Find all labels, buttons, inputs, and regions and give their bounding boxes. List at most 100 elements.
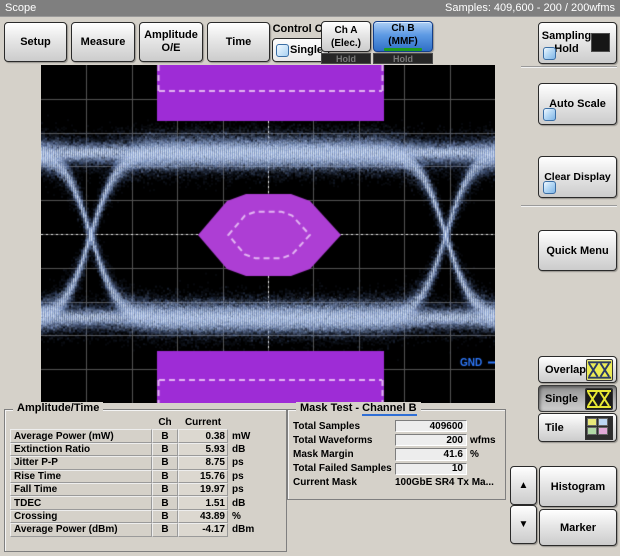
measurement-unit: dB bbox=[228, 496, 282, 509]
measurement-unit: dBm bbox=[228, 523, 282, 536]
single-view-label: Single bbox=[545, 393, 578, 405]
scope-display[interactable] bbox=[41, 65, 495, 403]
channel-a-hold-button[interactable]: Hold bbox=[321, 53, 371, 64]
title-bar: Scope Samples: 409,600 - 200 / 200wfms bbox=[0, 0, 620, 17]
channel-a-button[interactable]: Ch A (Elec.) bbox=[321, 21, 371, 52]
measurement-channel: B bbox=[152, 443, 178, 456]
led-indicator bbox=[543, 108, 556, 121]
measurement-label: Crossing bbox=[10, 510, 152, 523]
time-button[interactable]: Time bbox=[207, 22, 270, 62]
hold-b-label: Hold bbox=[393, 54, 413, 64]
led-indicator bbox=[543, 47, 556, 60]
separator bbox=[521, 205, 617, 207]
measurement-channel: B bbox=[152, 456, 178, 469]
eye-single-icon bbox=[585, 388, 613, 410]
channel-b-button[interactable]: Ch B (MMF) bbox=[373, 21, 433, 52]
measurement-unit: ps bbox=[228, 483, 282, 496]
single-toggle-label: Single bbox=[290, 44, 323, 56]
measure-label: Measure bbox=[81, 36, 126, 48]
measurement-value: 43.89 bbox=[178, 510, 228, 523]
mask-test-panel: Mask Test - Channel B Total Samples 4096… bbox=[287, 409, 506, 500]
measurement-value: 1.51 bbox=[178, 496, 228, 509]
setup-button[interactable]: Setup bbox=[4, 22, 67, 62]
tile-view-button[interactable]: Tile bbox=[538, 413, 617, 442]
mask-stat-unit: % bbox=[467, 447, 502, 461]
mask-stat-unit bbox=[467, 462, 502, 476]
auto-scale-button[interactable]: Auto Scale bbox=[538, 83, 617, 125]
eye-overlap-icon bbox=[586, 359, 613, 381]
scroll-down-button[interactable]: ▼ bbox=[510, 505, 537, 544]
measurement-unit: ps bbox=[228, 470, 282, 483]
hold-a-label: Hold bbox=[336, 54, 356, 64]
channel-b-label: Ch B (MMF) bbox=[388, 22, 417, 48]
measurement-value: 5.93 bbox=[178, 443, 228, 456]
amplitude-time-panel: Amplitude/Time Ch Current Average Power … bbox=[4, 409, 287, 552]
mask-stat-value: 100GbE SR4 Tx Ma... bbox=[395, 476, 502, 490]
amplitude-time-table: Ch Current Average Power (mW) B 0.38 mW … bbox=[10, 416, 282, 537]
tile-label: Tile bbox=[545, 422, 564, 434]
mask-test-title-prefix: Mask Test - bbox=[300, 402, 362, 414]
mask-stat-value: 41.6 bbox=[395, 448, 467, 460]
arrow-up-icon: ▲ bbox=[519, 480, 529, 491]
histogram-button[interactable]: Histogram bbox=[539, 466, 617, 507]
led-indicator bbox=[543, 181, 556, 194]
measurement-channel: B bbox=[152, 510, 178, 523]
channel-b-active-underline bbox=[384, 48, 422, 51]
sampling-hold-button[interactable]: Sampling Hold bbox=[538, 22, 617, 64]
mask-stat-value: 200 bbox=[395, 434, 467, 446]
amplitude-time-title: Amplitude/Time bbox=[13, 402, 103, 414]
arrow-down-icon: ▼ bbox=[519, 519, 529, 530]
overlap-view-button[interactable]: Overlap bbox=[538, 356, 617, 383]
measurement-unit: ps bbox=[228, 456, 282, 469]
measure-button[interactable]: Measure bbox=[71, 22, 135, 62]
measurement-label: Extinction Ratio bbox=[10, 443, 152, 456]
measurement-unit: % bbox=[228, 510, 282, 523]
mask-stat-value: 409600 bbox=[395, 420, 467, 432]
mask-stat-unit bbox=[467, 419, 502, 433]
measurement-channel: B bbox=[152, 496, 178, 509]
mask-stat-unit: wfms bbox=[467, 433, 502, 447]
mask-stat-value: 10 bbox=[395, 463, 467, 475]
scroll-up-button[interactable]: ▲ bbox=[510, 466, 537, 505]
measurement-value: -4.17 bbox=[178, 523, 228, 536]
amplitude-oe-label: Amplitude O/E bbox=[144, 29, 198, 55]
measurement-value: 0.38 bbox=[178, 429, 228, 442]
mask-stat-label: Total Failed Samples bbox=[293, 462, 395, 476]
quick-menu-button[interactable]: Quick Menu bbox=[538, 230, 617, 271]
measurement-channel: B bbox=[152, 483, 178, 496]
measurement-value: 8.75 bbox=[178, 456, 228, 469]
separator bbox=[521, 66, 617, 68]
quick-menu-label: Quick Menu bbox=[546, 245, 608, 257]
measurement-value: 19.97 bbox=[178, 483, 228, 496]
histogram-label: Histogram bbox=[551, 481, 605, 493]
measurement-value: 15.76 bbox=[178, 470, 228, 483]
mask-stat-label: Total Waveforms bbox=[293, 433, 395, 447]
tile-grid-icon bbox=[585, 416, 613, 440]
measurement-unit: dB bbox=[228, 443, 282, 456]
clear-display-button[interactable]: Clear Display bbox=[538, 156, 617, 198]
mask-stat-label: Total Samples bbox=[293, 419, 395, 433]
amplitude-oe-button[interactable]: Amplitude O/E bbox=[139, 22, 203, 62]
sampling-hold-status-square bbox=[591, 33, 610, 52]
channel-b-hold-button[interactable]: Hold bbox=[373, 53, 433, 64]
marker-button[interactable]: Marker bbox=[539, 509, 617, 546]
mask-test-title: Mask Test - Channel B bbox=[296, 402, 421, 414]
mask-test-table: Total Samples 409600 Total Waveforms 200… bbox=[293, 419, 502, 490]
measurement-channel: B bbox=[152, 523, 178, 536]
single-view-button[interactable]: Single bbox=[538, 385, 617, 412]
spacer bbox=[228, 416, 282, 429]
checkbox-icon bbox=[276, 44, 289, 57]
eye-diagram-canvas bbox=[41, 65, 495, 403]
measurement-label: Average Power (dBm) bbox=[10, 523, 152, 536]
spacer bbox=[10, 416, 152, 429]
column-header-ch: Ch bbox=[152, 416, 178, 429]
window-title: Scope bbox=[5, 2, 36, 14]
scope-app: Scope Samples: 409,600 - 200 / 200wfms S… bbox=[0, 0, 620, 556]
overlap-label: Overlap bbox=[545, 364, 586, 376]
mask-test-channel-tab[interactable]: Channel B bbox=[362, 402, 416, 416]
marker-label: Marker bbox=[560, 522, 596, 534]
mask-stat-label: Mask Margin bbox=[293, 447, 395, 461]
mask-stat-label: Current Mask bbox=[293, 476, 395, 490]
measurement-label: Fall Time bbox=[10, 483, 152, 496]
time-label: Time bbox=[226, 36, 251, 48]
